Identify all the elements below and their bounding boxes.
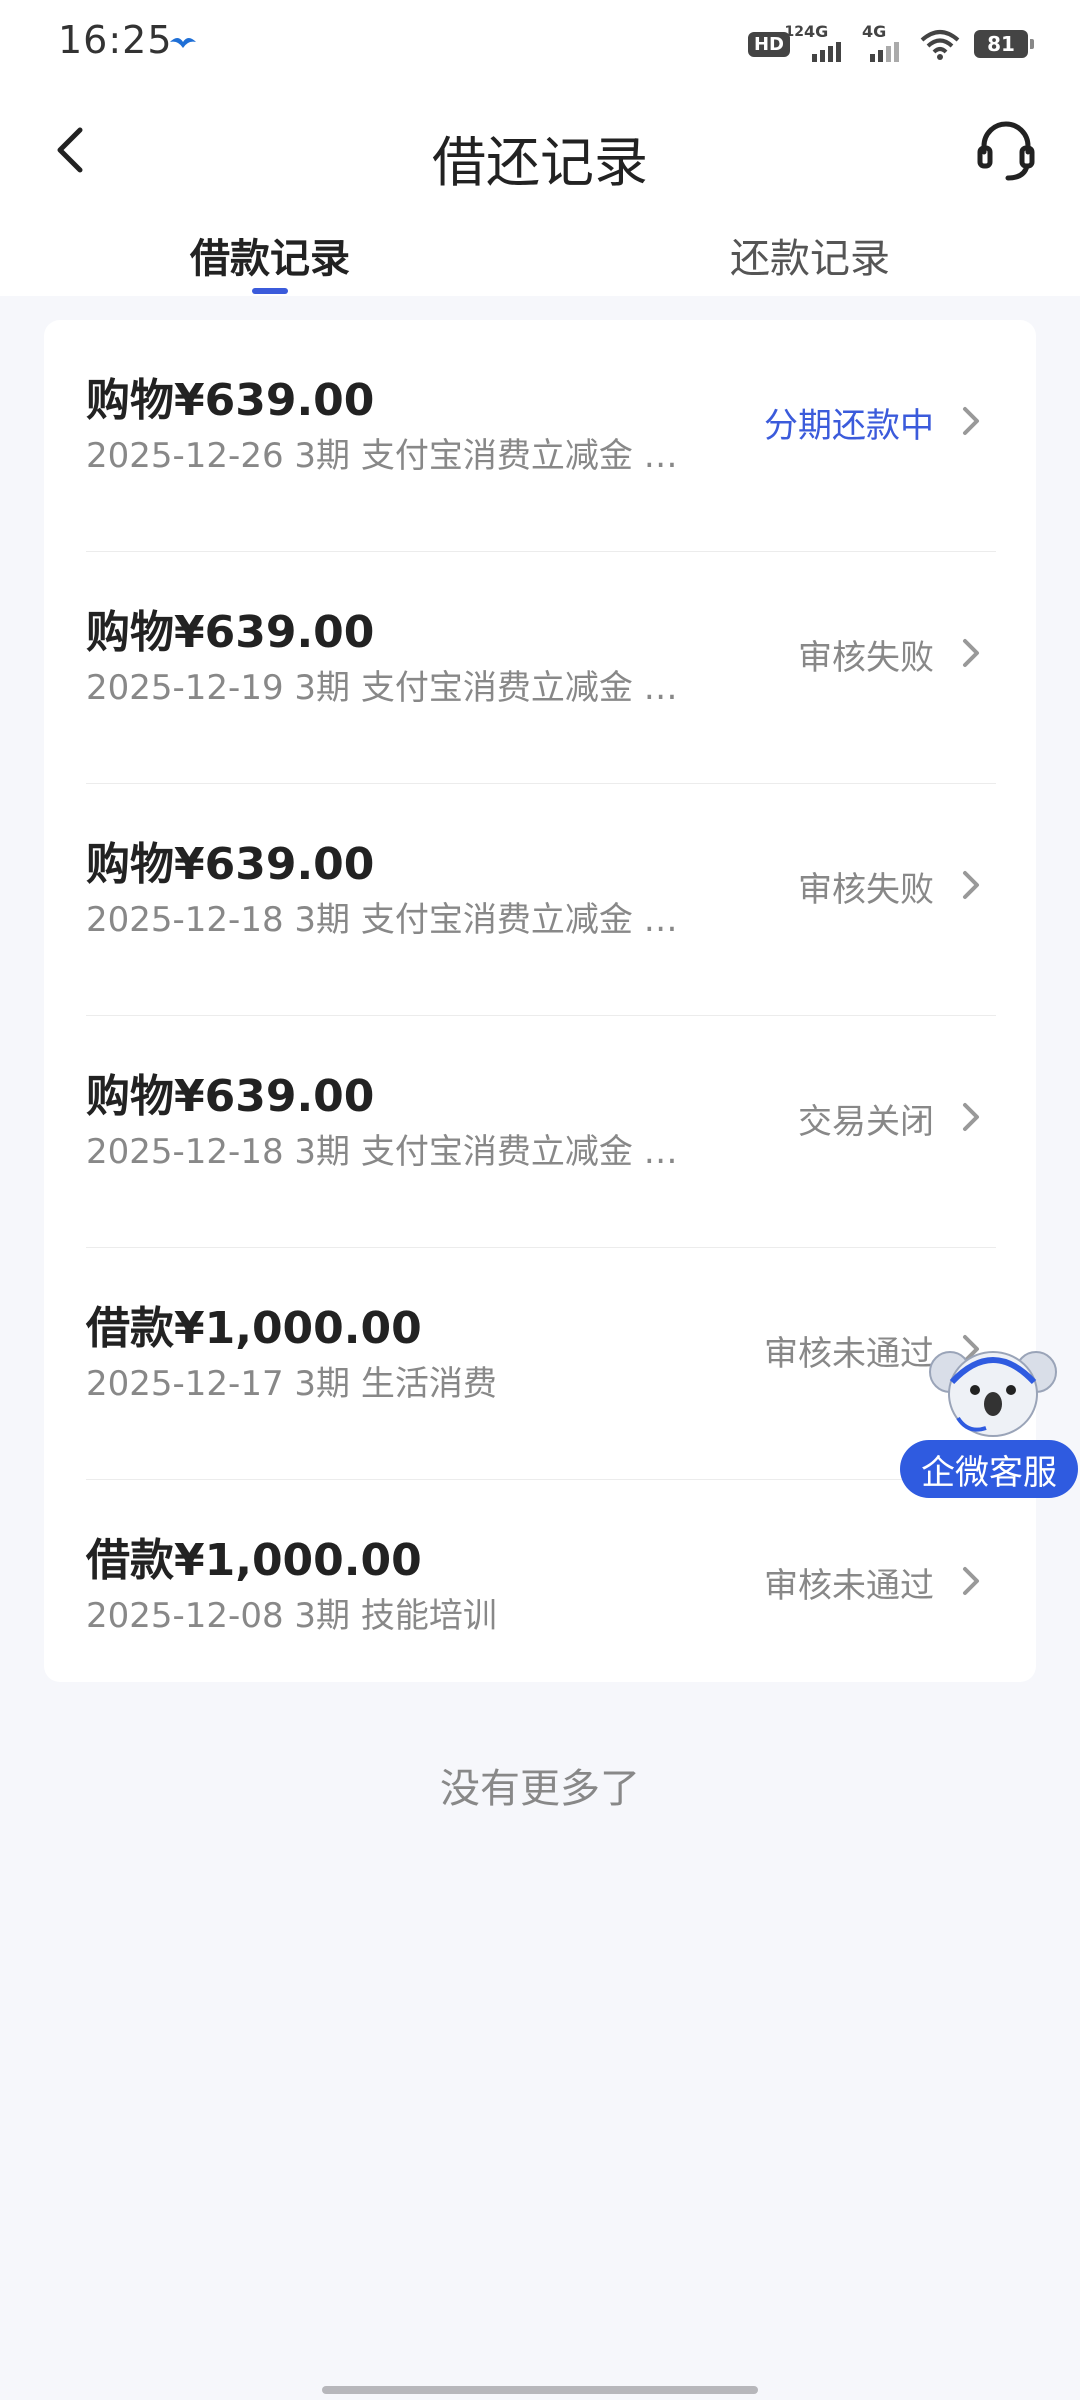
home-indicator[interactable] [322, 2386, 758, 2394]
floating-service-label: 企微客服 [900, 1440, 1078, 1498]
list-item[interactable]: 购物¥639.00 2025-12-19 3期 支付宝消费立减金 … 审核失败 [86, 552, 996, 784]
chevron-right-icon [963, 407, 979, 435]
record-status: 审核失败 [798, 638, 934, 678]
record-title: 购物¥639.00 [86, 375, 375, 426]
tab-repay-records[interactable]: 还款记录 [660, 226, 960, 284]
header-area: 16:25 HD 12 4G 4G 81 借还记录 借款记录 还款记录 [0, 0, 1080, 296]
tab-loan-records[interactable]: 借款记录 [120, 226, 420, 284]
record-status: 分期还款中 [764, 406, 934, 446]
floating-service-button[interactable]: 企微客服 [898, 1338, 1080, 1500]
list-item[interactable]: 购物¥639.00 2025-12-18 3期 支付宝消费立减金 … 交易关闭 [86, 1016, 996, 1248]
hd-icon: HD 12 [747, 24, 804, 57]
record-title: 借款¥1,000.00 [86, 1303, 422, 1354]
no-more-text: 没有更多了 [440, 1766, 640, 1812]
signal-icon: 4G [804, 22, 848, 62]
chevron-right-icon [963, 1567, 979, 1595]
hd-sub: 12 [784, 23, 804, 40]
record-status: 审核未通过 [764, 1566, 934, 1606]
record-subtitle: 2025-12-18 3期 支付宝消费立减金 … [86, 900, 678, 940]
status-bar: 16:25 HD 12 4G 4G 81 [0, 0, 1080, 84]
chevron-right-icon [963, 639, 979, 667]
record-title: 购物¥639.00 [86, 1071, 375, 1122]
record-title: 购物¥639.00 [86, 607, 375, 658]
wifi-icon [920, 30, 960, 60]
list-item[interactable]: 购物¥639.00 2025-12-18 3期 支付宝消费立减金 … 审核失败 [86, 784, 996, 1016]
record-title: 借款¥1,000.00 [86, 1535, 422, 1586]
page-title: 借还记录 [432, 131, 648, 194]
koala-mascot-icon [929, 1351, 1057, 1437]
status-time: 16:25 [58, 18, 173, 62]
tab-indicator [252, 288, 288, 294]
record-subtitle: 2025-12-18 3期 支付宝消费立减金 … [86, 1132, 678, 1172]
battery-icon: 81 [974, 30, 1034, 58]
list-item[interactable]: 借款¥1,000.00 2025-12-17 3期 生活消费 审核未通过 [86, 1248, 996, 1480]
hd-label: HD [753, 33, 784, 55]
record-subtitle: 2025-12-08 3期 技能培训 [86, 1596, 497, 1636]
signal-icon-2: 4G [862, 22, 906, 62]
signal-label-2: 4G [862, 22, 887, 41]
signal-label: 4G [804, 22, 829, 41]
record-subtitle: 2025-12-17 3期 生活消费 [86, 1364, 497, 1404]
record-title: 购物¥639.00 [86, 839, 375, 890]
status-icons: HD 12 4G 4G 81 [747, 22, 1034, 66]
headset-icon[interactable] [972, 116, 1040, 184]
list-item[interactable]: 借款¥1,000.00 2025-12-08 3期 技能培训 审核未通过 [86, 1480, 996, 1712]
record-status: 交易关闭 [798, 1102, 934, 1142]
records-card: 购物¥639.00 2025-12-26 3期 支付宝消费立减金 … 分期还款中… [44, 320, 1036, 1682]
chevron-right-icon [963, 871, 979, 899]
record-subtitle: 2025-12-19 3期 支付宝消费立减金 … [86, 668, 678, 708]
chevron-right-icon [963, 1103, 979, 1131]
list-item[interactable]: 购物¥639.00 2025-12-26 3期 支付宝消费立减金 … 分期还款中 [86, 320, 996, 552]
notification-bird-icon [170, 38, 196, 48]
record-status: 审核失败 [798, 870, 934, 910]
record-subtitle: 2025-12-26 3期 支付宝消费立减金 … [86, 436, 678, 476]
